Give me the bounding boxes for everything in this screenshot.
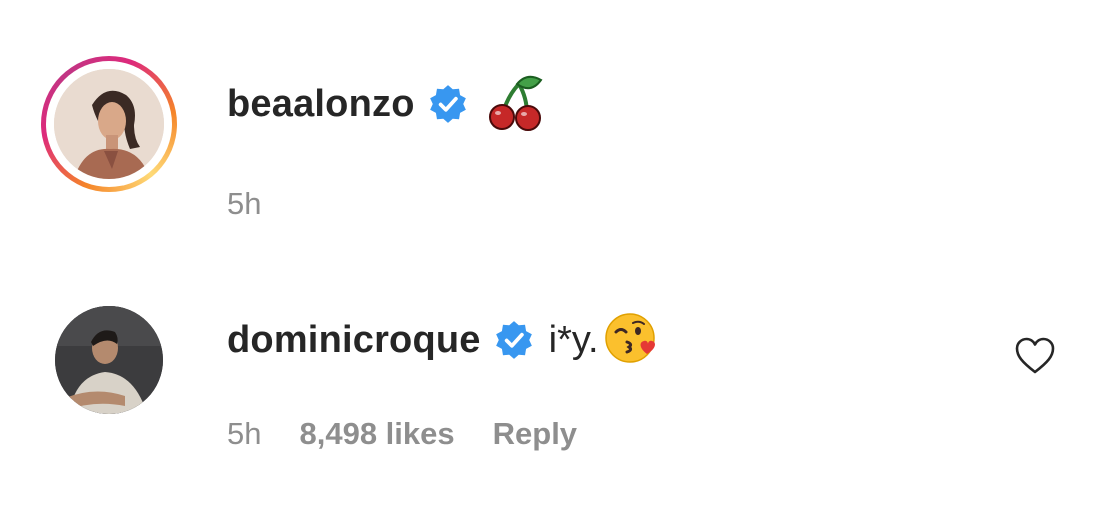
comment-header: dominicroque i*y. (227, 310, 659, 370)
comment-meta: 5h (227, 186, 261, 222)
username-link[interactable]: dominicroque (227, 319, 481, 362)
likes-count-button[interactable]: 8,498 likes (299, 416, 454, 452)
comment-header: beaalonzo (227, 74, 545, 134)
story-ring[interactable] (41, 56, 177, 192)
heart-outline-icon[interactable] (1014, 336, 1056, 376)
comment-text: i*y. (548, 318, 599, 361)
comment-timestamp[interactable]: 5h (227, 416, 261, 452)
avatar-beaalonzo[interactable] (54, 69, 164, 179)
comment-meta: 5h 8,498 likes Reply (227, 416, 577, 452)
verified-badge-icon (427, 83, 469, 125)
avatar-dominicroque[interactable] (55, 306, 163, 414)
comment-timestamp[interactable]: 5h (227, 186, 261, 222)
cherries-emoji-icon (487, 72, 545, 137)
verified-badge-icon (493, 319, 535, 361)
username-link[interactable]: beaalonzo (227, 83, 415, 126)
reply-button[interactable]: Reply (493, 416, 577, 452)
kiss-emoji-icon (603, 310, 659, 371)
